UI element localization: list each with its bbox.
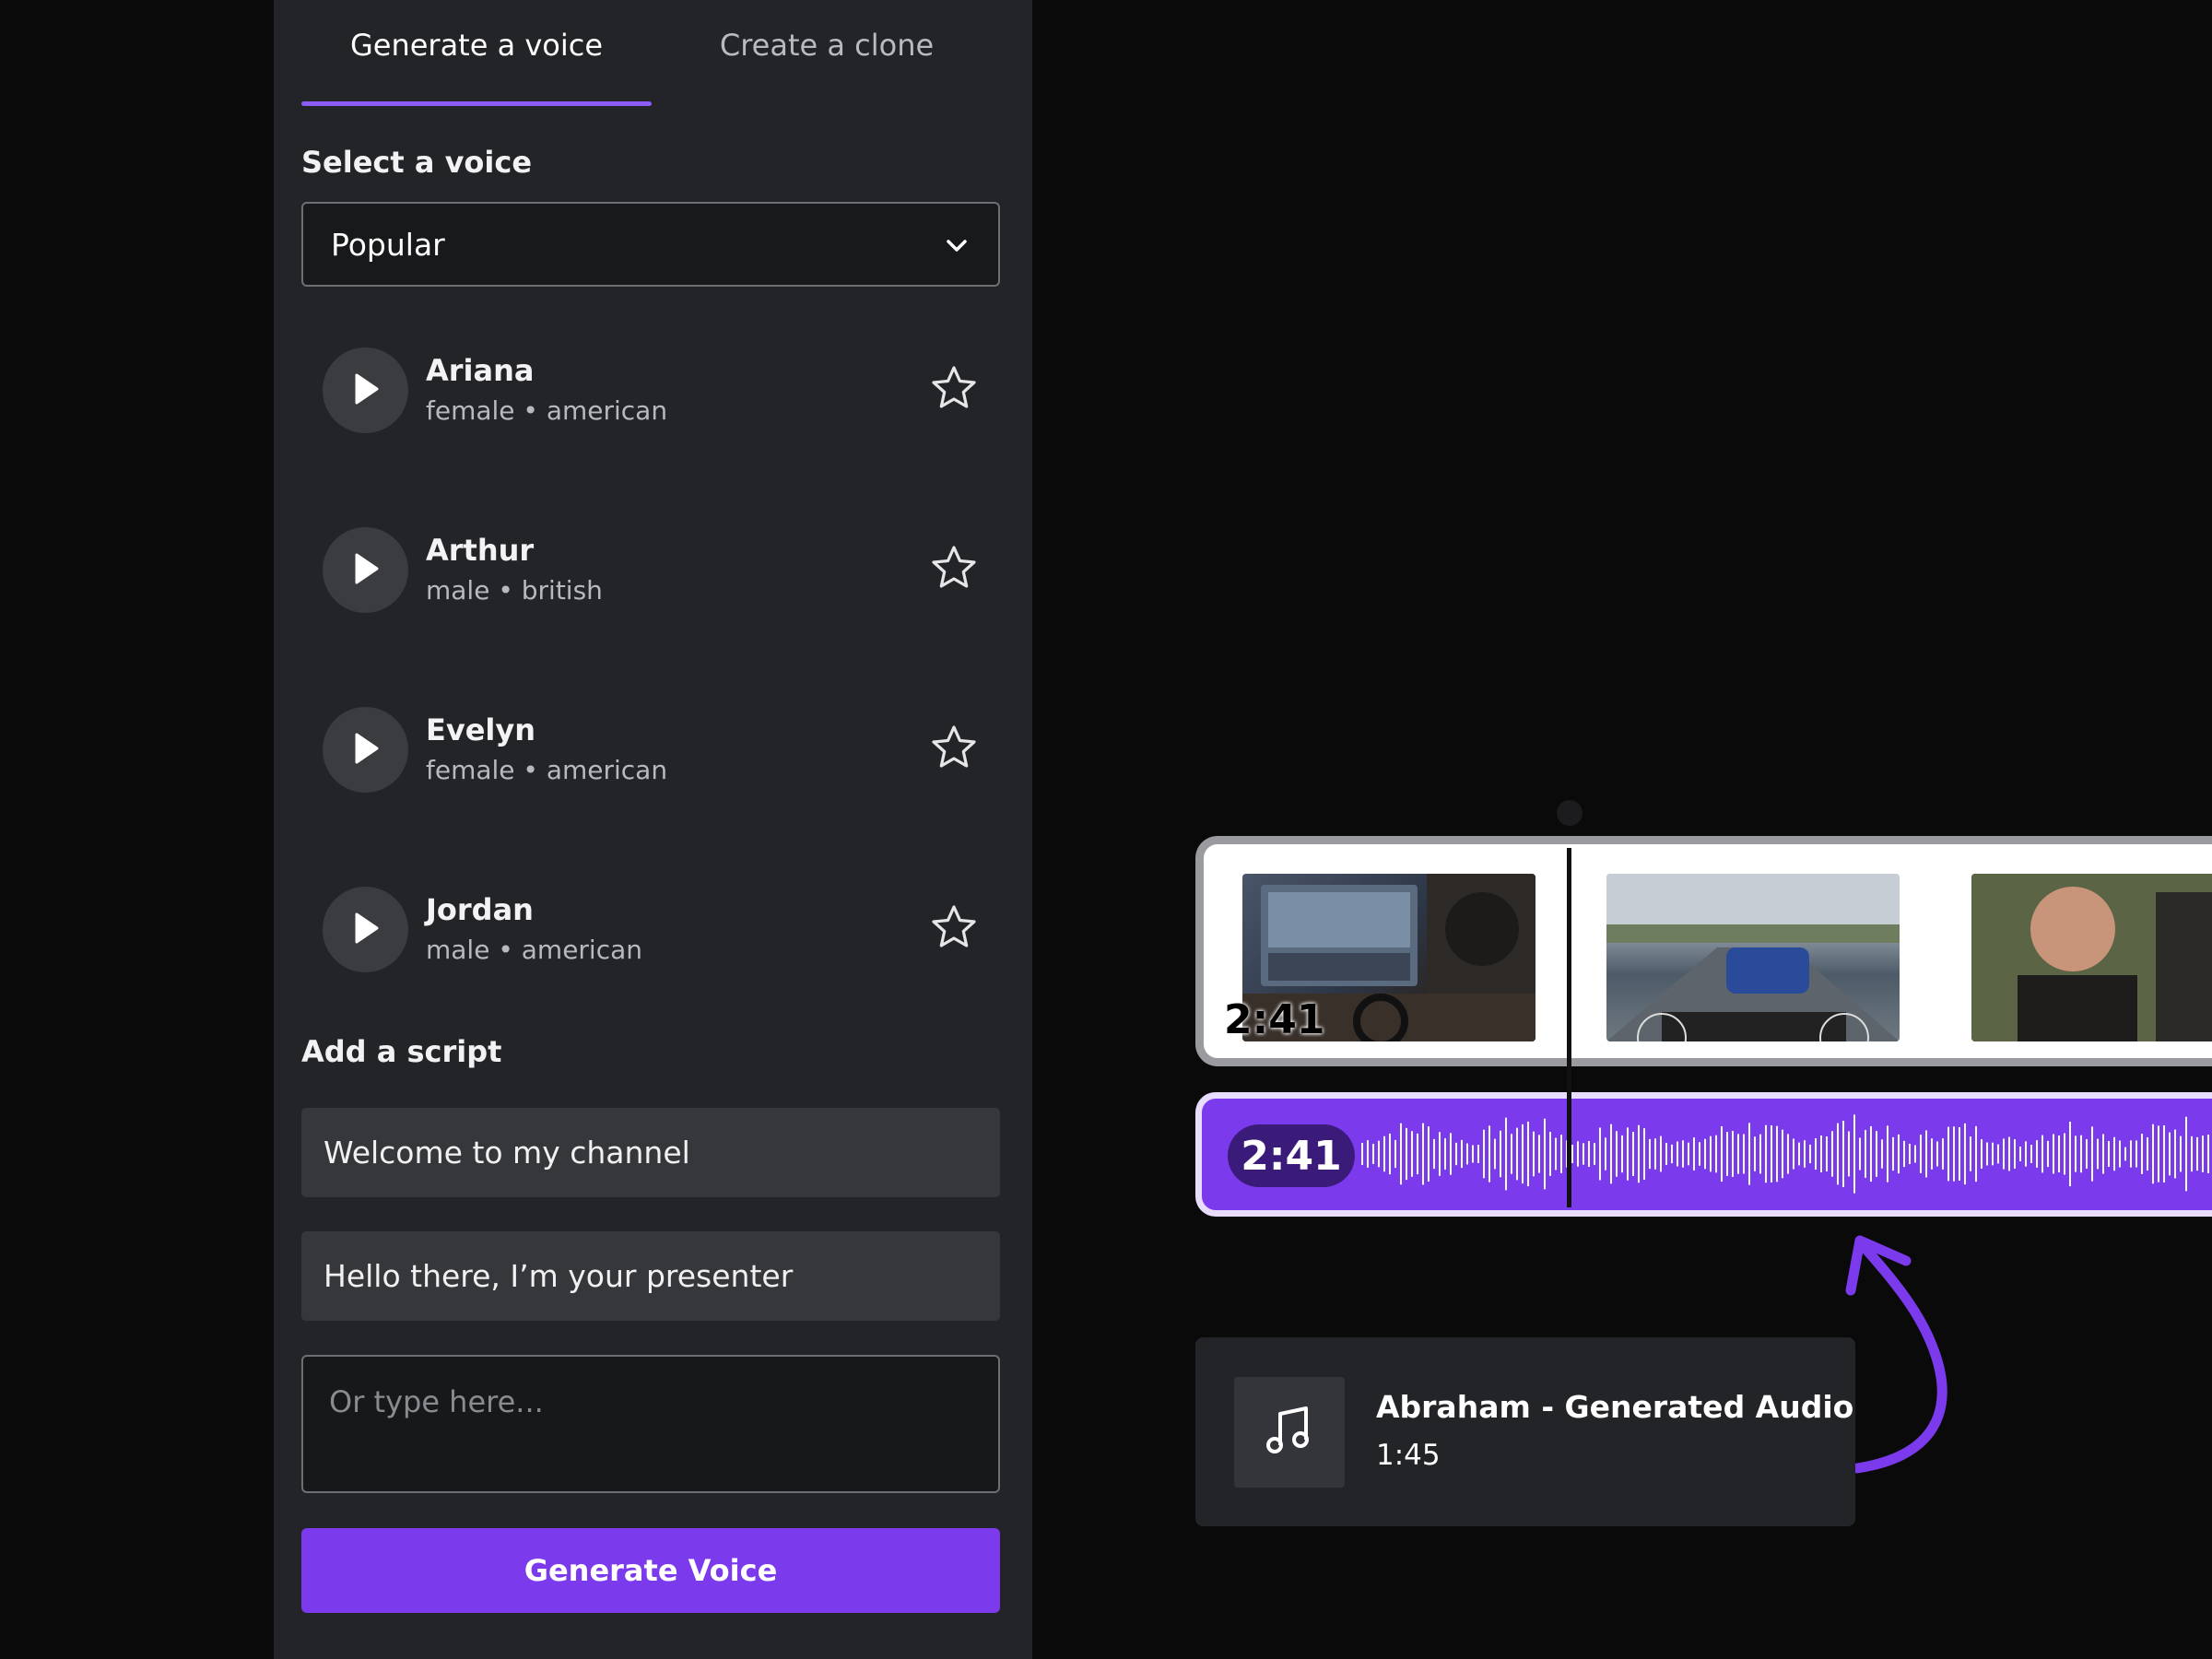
play-icon <box>349 371 382 411</box>
play-preview-button[interactable] <box>323 887 408 972</box>
tab-generate-voice-label: Generate a voice <box>349 28 604 63</box>
voice-name: Evelyn <box>426 712 536 747</box>
select-voice-heading: Select a voice <box>301 145 533 180</box>
audio-duration: 1:45 <box>1376 1439 1441 1472</box>
video-track[interactable]: 2:41 <box>1195 836 2212 1066</box>
play-icon <box>349 730 382 771</box>
tab-create-clone-label: Create a clone <box>719 28 935 63</box>
voice-generator-panel: Generate a voice Create a clone Select a… <box>274 0 1032 1659</box>
generate-voice-button[interactable]: Generate Voice <box>301 1528 1000 1613</box>
audio-waveform <box>1361 1114 2209 1194</box>
active-tab-indicator <box>301 101 652 106</box>
dropdown-selected-value: Popular <box>331 226 445 263</box>
play-icon <box>349 910 382 950</box>
tab-create-clone[interactable]: Create a clone <box>652 28 1002 105</box>
script-suggestion[interactable]: Welcome to my channel <box>301 1108 1000 1197</box>
generated-audio-card[interactable]: Abraham - Generated Audio 1:45 <box>1195 1337 1855 1526</box>
voice-meta: male • american <box>426 935 643 965</box>
tab-generate-voice[interactable]: Generate a voice <box>301 28 652 105</box>
add-script-heading: Add a script <box>301 1034 502 1069</box>
play-preview-button[interactable] <box>323 347 408 433</box>
script-suggestion-text: Hello there, I’m your presenter <box>324 1258 794 1294</box>
play-icon <box>349 550 382 591</box>
video-thumbnail <box>1971 874 2212 1041</box>
audio-duration-text: 2:41 <box>1241 1132 1342 1180</box>
star-icon <box>929 363 979 417</box>
voice-item-arthur[interactable]: Arthur male • british <box>301 518 1000 638</box>
audio-duration-badge: 2:41 <box>1228 1124 1355 1187</box>
script-suggestion[interactable]: Hello there, I’m your presenter <box>301 1231 1000 1321</box>
voice-item-evelyn[interactable]: Evelyn female • american <box>301 698 1000 818</box>
music-note-icon <box>1262 1403 1317 1462</box>
favorite-button[interactable] <box>928 724 980 775</box>
audio-track[interactable]: 2:41 <box>1195 1092 2212 1217</box>
favorite-button[interactable] <box>928 364 980 416</box>
star-icon <box>929 543 979 596</box>
video-thumbnail <box>1606 874 1900 1041</box>
voice-item-ariana[interactable]: Ariana female • american <box>301 338 1000 458</box>
voice-item-jordan[interactable]: Jordan male • american <box>301 877 1000 997</box>
star-icon <box>929 723 979 776</box>
audio-thumbnail <box>1234 1377 1345 1488</box>
playhead[interactable] <box>1567 848 1571 1207</box>
video-duration-badge: 2:41 <box>1224 996 1325 1043</box>
voice-meta: male • british <box>426 575 603 606</box>
voice-meta: female • american <box>426 395 668 426</box>
play-preview-button[interactable] <box>323 527 408 613</box>
chevron-down-icon <box>943 231 971 267</box>
script-input[interactable] <box>301 1355 1000 1493</box>
script-suggestion-text: Welcome to my channel <box>324 1135 690 1171</box>
favorite-button[interactable] <box>928 903 980 955</box>
favorite-button[interactable] <box>928 544 980 595</box>
voice-name: Ariana <box>426 353 535 388</box>
playhead-handle[interactable] <box>1557 800 1583 826</box>
voice-name: Jordan <box>426 892 534 927</box>
voice-meta: female • american <box>426 755 668 785</box>
audio-title: Abraham - Generated Audio <box>1376 1389 1854 1425</box>
play-preview-button[interactable] <box>323 707 408 793</box>
voice-category-dropdown[interactable]: Popular <box>301 202 1000 287</box>
star-icon <box>929 902 979 956</box>
voice-name: Arthur <box>426 533 535 568</box>
